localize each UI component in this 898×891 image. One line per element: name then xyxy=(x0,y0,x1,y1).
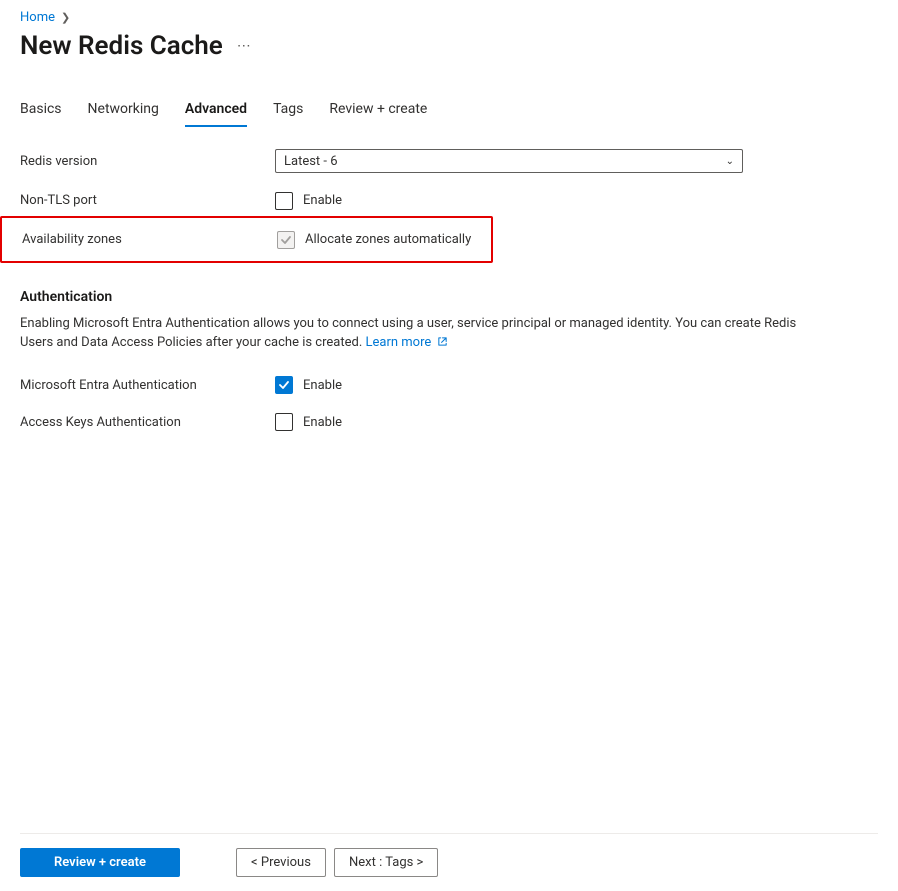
review-create-button[interactable]: Review + create xyxy=(20,848,180,877)
entra-auth-checkbox[interactable] xyxy=(275,376,293,394)
check-icon xyxy=(280,234,292,246)
row-entra-auth: Microsoft Entra Authentication Enable xyxy=(20,376,878,395)
tab-review-create[interactable]: Review + create xyxy=(329,101,427,127)
row-availability-zones: Availability zones Allocate zones automa… xyxy=(22,230,491,249)
breadcrumb-home[interactable]: Home xyxy=(20,10,55,25)
next-button[interactable]: Next : Tags > xyxy=(334,848,438,877)
entra-auth-checkbox-label: Enable xyxy=(303,378,342,393)
redis-version-value: Latest - 6 xyxy=(284,154,338,169)
external-link-icon xyxy=(437,335,448,354)
access-keys-checkbox-label: Enable xyxy=(303,415,342,430)
authentication-heading: Authentication xyxy=(20,289,878,305)
tab-advanced[interactable]: Advanced xyxy=(185,101,247,127)
previous-button[interactable]: < Previous xyxy=(236,848,326,877)
row-redis-version: Redis version Latest - 6 ⌄ xyxy=(20,149,878,173)
non-tls-checkbox-label: Enable xyxy=(303,193,342,208)
availability-zones-checkbox-label: Allocate zones automatically xyxy=(305,232,471,247)
availability-zones-checkbox xyxy=(277,231,295,249)
label-access-keys: Access Keys Authentication xyxy=(20,413,275,432)
tab-networking[interactable]: Networking xyxy=(88,101,159,127)
page-title-row: New Redis Cache ⋯ xyxy=(20,31,878,61)
breadcrumb: Home ❯ xyxy=(20,10,878,25)
tabs: Basics Networking Advanced Tags Review +… xyxy=(20,101,878,127)
learn-more-text: Learn more xyxy=(365,335,431,350)
chevron-right-icon: ❯ xyxy=(61,11,70,24)
tab-basics[interactable]: Basics xyxy=(20,101,62,127)
tab-tags[interactable]: Tags xyxy=(273,101,303,127)
highlighted-availability-zones: Availability zones Allocate zones automa… xyxy=(0,216,493,263)
page-title: New Redis Cache xyxy=(20,31,223,61)
chevron-down-icon: ⌄ xyxy=(726,156,734,167)
label-redis-version: Redis version xyxy=(20,152,275,171)
learn-more-link[interactable]: Learn more xyxy=(365,335,447,350)
non-tls-checkbox[interactable] xyxy=(275,192,293,210)
more-actions-icon[interactable]: ⋯ xyxy=(237,38,252,54)
wizard-footer: Review + create < Previous Next : Tags > xyxy=(20,833,878,891)
label-availability-zones: Availability zones xyxy=(22,230,277,249)
label-non-tls: Non-TLS port xyxy=(20,191,275,210)
row-non-tls: Non-TLS port Enable xyxy=(20,191,878,210)
authentication-description: Enabling Microsoft Entra Authentication … xyxy=(20,315,800,354)
row-access-keys: Access Keys Authentication Enable xyxy=(20,413,878,432)
check-icon xyxy=(278,379,290,391)
redis-version-select[interactable]: Latest - 6 ⌄ xyxy=(275,149,743,173)
label-entra-auth: Microsoft Entra Authentication xyxy=(20,376,275,395)
access-keys-checkbox[interactable] xyxy=(275,413,293,431)
